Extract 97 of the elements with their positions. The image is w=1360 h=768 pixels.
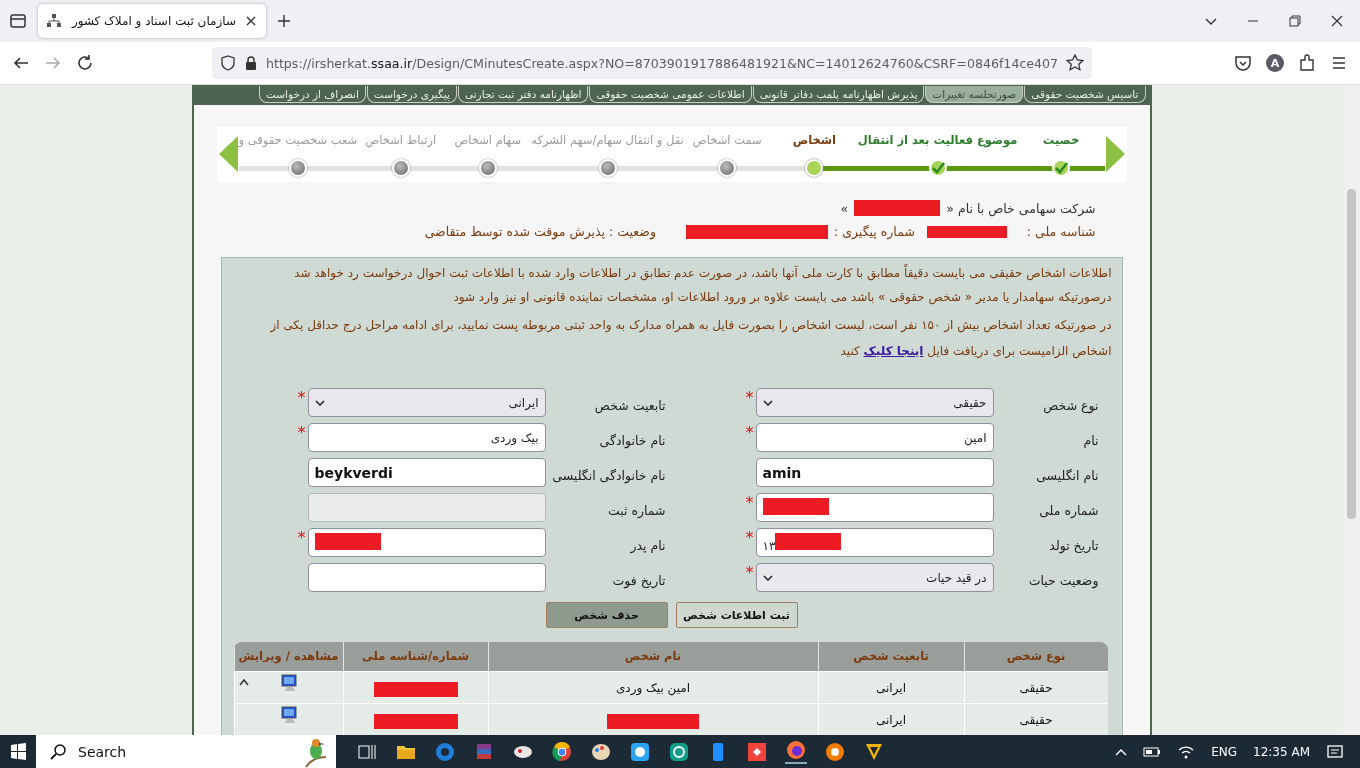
url-text[interactable]: https://irsherkat.ssaa.ir/Design/CMinutesCreate.aspx?NO=8703901917886481921&NC=14012624760&CSRF=0846f14ce407 [266,55,1059,71]
nav-tab[interactable]: اظهارنامه دفتر ثبت تجارتی [457,85,589,103]
profile-avatar[interactable]: A [1266,54,1284,72]
input-field[interactable]: ۱۳ [755,528,994,557]
field-label: وضعیت حیات [1027,572,1099,588]
notification-icon[interactable] [1326,742,1344,761]
clock[interactable]: 12:35 AM [1253,744,1310,759]
required-mark: * [296,423,307,442]
chevron-down-icon [314,399,325,406]
input-field[interactable]: بیک وردی [307,423,546,452]
battery-icon[interactable] [1143,745,1162,758]
plus-icon[interactable] [276,13,292,29]
close-icon[interactable] [1330,14,1344,28]
field-label: تابعیت شخص [593,397,666,413]
app-icon[interactable] [746,740,768,763]
national-id-label: شناسه ملی : [1026,224,1096,239]
nav-tab[interactable]: اطلاعات عمومی شخصیت حقوقی [589,85,752,103]
step-dot[interactable] [288,159,307,178]
company-name-label: شرکت سهامی خاص با نام « [946,200,1096,216]
reload-icon[interactable] [76,54,94,72]
step-label[interactable]: خصیت [1042,132,1080,149]
app-icon[interactable] [668,740,690,763]
field-label: نام خانوادگی [598,432,666,448]
required-mark: * [296,388,307,407]
step-dot[interactable] [391,159,410,178]
shield-icon [220,55,236,71]
address-bar[interactable]: https://irsherkat.ssaa.ir/Design/CMinutesCreate.aspx?NO=8703901917886481921&NC=14012624760&CSRF=0846f14ce407 [212,47,1092,79]
firefox-icon[interactable] [785,739,807,761]
note-text: درصورتیکه سهامدار یا مدیر « شخص حقوقی » باشد می بایست علاوه بر ورود اطلاعات او، مشخصات نماینده قانونی او نیز وارد شود [452,290,1112,305]
browser-tab[interactable]: سازمان ثبت اسناد و املاک کشور [38,4,266,38]
step-dot[interactable] [805,159,824,178]
save-button[interactable]: ثبت اطلاعات شخص [675,602,798,628]
language-indicator[interactable]: ENG [1211,744,1238,759]
input-field[interactable]: amin [755,458,994,487]
field-label: شماره ثبت [606,502,666,518]
note-text: در صورتیکه تعداد اشخاص بیش از ۱۵۰ نفر است، لیست اشخاص را بصورت فایل به همراه مدارک به واحد ثبتی مربوطه پست نمایید، برای ادامه مراحل درج حداقل یکی از اشخاص الزامیست برای دریافت فایل اینجا کلیک کنید [269,317,1112,361]
tracking-number-label: شماره پیگیری : [834,224,915,239]
search-icon [50,742,68,761]
chevron-down-icon [762,399,773,406]
input-field[interactable] [307,528,546,557]
step-label[interactable]: اشخاص [792,132,836,149]
monitor-icon[interactable] [279,706,298,724]
lock-icon [244,55,258,71]
input-field[interactable]: beykverdi [307,458,546,487]
field-label: تاریخ فوت [611,572,666,588]
nav-tab[interactable]: تاسیس شخصیت حقوقی [1024,85,1146,103]
dropdown[interactable]: در قید حیات [755,563,994,592]
input-field[interactable]: امین [755,423,994,452]
dropdown[interactable]: حقیقی [755,388,994,417]
field-label: شماره ملی [1038,502,1099,518]
chevron-up-icon[interactable] [238,678,249,686]
restore-icon[interactable] [1288,14,1302,28]
extensions-icon[interactable] [1298,54,1316,72]
field-label: نام انگلیسی [1035,467,1099,483]
status-text: وضعیت : پذیرش موقت شده توسط متقاضی [424,224,656,239]
step-dot[interactable] [478,159,497,178]
monitor-icon[interactable] [279,674,298,692]
delete-button[interactable]: حذف شخص [545,602,668,628]
field-label: نوع شخص [1042,397,1099,413]
wifi-icon[interactable] [1177,744,1196,759]
input-field[interactable] [755,493,994,522]
app-icon[interactable] [629,740,651,763]
sitemap-icon [46,13,62,29]
field-label: نام پدر [629,537,666,553]
required-mark: * [744,528,755,547]
close-icon[interactable] [244,14,258,28]
required-mark: * [744,493,755,512]
dropdown[interactable]: ایرانی [307,388,546,417]
field-label: نام [1082,432,1099,448]
tab-list-icon[interactable] [8,11,28,31]
field-label: تاریخ تولد [1048,537,1099,553]
step-dot[interactable] [718,159,737,178]
tab-title: سازمان ثبت اسناد و املاک کشور [70,14,236,28]
note-text: اطلاعات اشخاص حقیقی می بایست دقیقاً مطابق با کارت ملی آنها باشد، در صورت عدم تطابق در اطلاعات وارد شده با اطلاعات ثبت احوال درخواست رد خواهد شد [293,266,1112,281]
download-link[interactable]: اینجا کلیک [863,344,924,358]
nav-tab[interactable]: انصراف از درخواست [258,85,366,103]
quote-mark: » [840,200,849,216]
pocket-icon[interactable] [1234,54,1252,72]
step-label[interactable]: موضوع فعالیت بعد از انتقال [857,132,1018,149]
star-icon[interactable] [1066,54,1085,72]
required-mark: * [744,388,755,407]
nav-tab[interactable]: صورتجلسه تغییرات [925,85,1024,103]
chevron-down-icon [762,574,773,581]
nav-tab[interactable]: پذیرش اظهارنامه پلمب دفاتر قانونی [752,85,925,103]
field-label: نام خانوادگی انگلیسی [551,467,666,483]
required-mark: * [744,423,755,442]
app-icon[interactable] [824,740,846,763]
input-field[interactable] [307,563,546,592]
step-dot[interactable] [598,159,617,178]
menu-icon[interactable] [1330,54,1348,72]
app-icon[interactable] [551,740,573,763]
required-mark: * [744,563,755,582]
required-mark: * [296,528,307,547]
nav-tab[interactable]: پیگیری درخواست [366,85,457,103]
check-dot-icon[interactable] [1052,159,1070,178]
search-field[interactable]: Search [36,735,336,768]
check-dot-icon[interactable] [928,159,947,178]
